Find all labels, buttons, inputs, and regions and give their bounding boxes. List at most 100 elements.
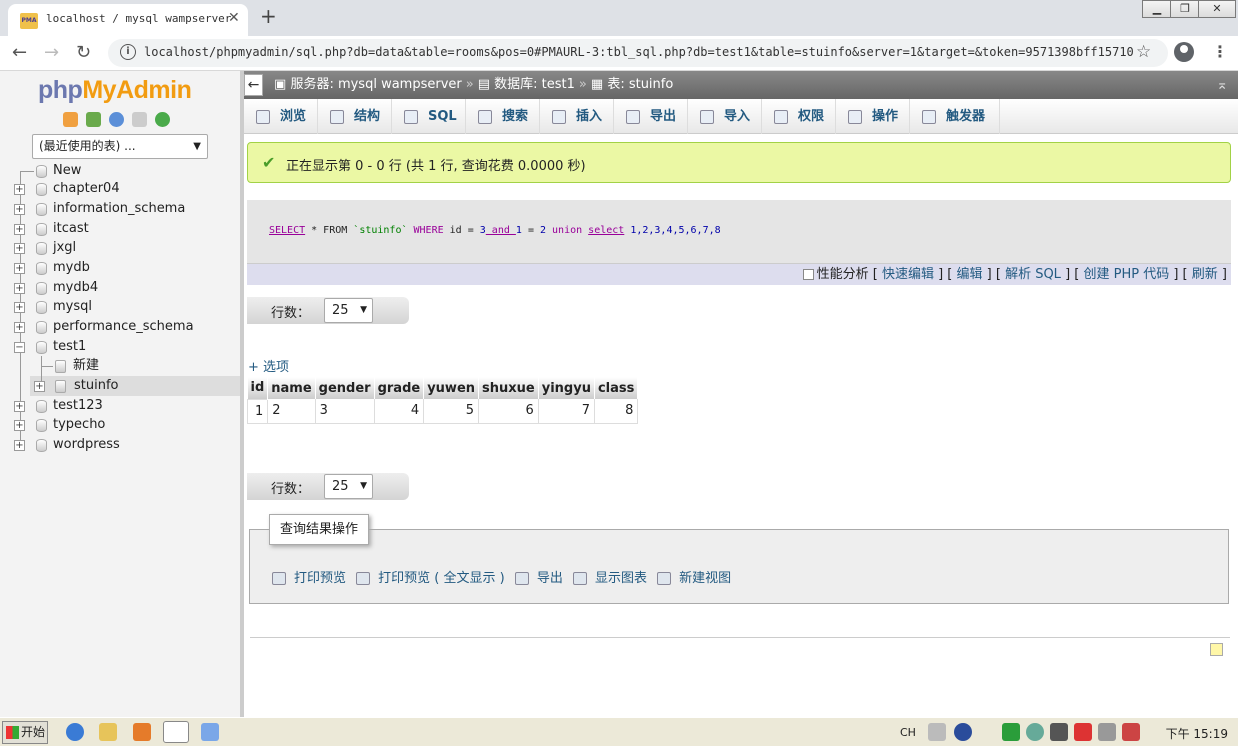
wamp-icon[interactable] bbox=[1002, 723, 1020, 741]
tab-triggers[interactable]: 触发器 bbox=[910, 99, 1000, 134]
create-php-link[interactable]: 创建 PHP 代码 bbox=[1083, 267, 1169, 282]
tree-item-db[interactable]: + jxgl bbox=[0, 238, 240, 258]
column-header[interactable]: yuwen bbox=[423, 377, 480, 399]
forward-icon[interactable]: → bbox=[44, 42, 59, 63]
keyboard-icon[interactable] bbox=[928, 723, 946, 741]
quick-edit-link[interactable]: 快速编辑 bbox=[882, 267, 934, 282]
help-icon[interactable] bbox=[109, 112, 124, 127]
start-button[interactable]: 开始 bbox=[2, 721, 48, 744]
media-player-icon[interactable] bbox=[133, 723, 151, 741]
tab-sql[interactable]: SQL bbox=[392, 99, 466, 134]
tree-item-db[interactable]: + typecho bbox=[0, 415, 240, 435]
export-link[interactable]: 导出 bbox=[514, 571, 563, 586]
tree-item-db[interactable]: + information_schema bbox=[0, 199, 240, 219]
address-bar[interactable]: i localhost/phpmyadmin/sql.php?db=data&t… bbox=[108, 39, 1168, 67]
reload-icon[interactable]: ↻ bbox=[76, 42, 91, 63]
table-cell[interactable]: 4 bbox=[374, 399, 425, 424]
column-header[interactable]: id bbox=[247, 377, 269, 399]
expand-icon[interactable]: + bbox=[14, 204, 25, 215]
table-cell[interactable]: 6 bbox=[478, 399, 539, 424]
logout-icon[interactable] bbox=[86, 112, 101, 127]
expand-icon[interactable]: + bbox=[14, 283, 25, 294]
tree-item-db[interactable]: + chapter04 bbox=[0, 179, 240, 199]
column-header[interactable]: name bbox=[267, 377, 316, 399]
input-language[interactable]: CH bbox=[900, 726, 916, 739]
home-icon[interactable] bbox=[63, 112, 78, 127]
tree-item-db[interactable]: + mydb bbox=[0, 258, 240, 278]
create-view-link[interactable]: 新建视图 bbox=[657, 571, 731, 586]
breadcrumb-database[interactable]: 数据库: test1 bbox=[494, 77, 575, 92]
clock[interactable]: 下午 15:19 bbox=[1166, 725, 1228, 742]
tab-privileges[interactable]: 权限 bbox=[762, 99, 836, 134]
breadcrumb-server[interactable]: 服务器: mysql wampserver bbox=[290, 77, 461, 92]
expand-icon[interactable]: + bbox=[14, 401, 25, 412]
tab-export[interactable]: 导出 bbox=[614, 99, 688, 134]
table-cell[interactable]: 5 bbox=[423, 399, 480, 424]
ie-icon[interactable] bbox=[66, 723, 84, 741]
table-cell[interactable]: 2 bbox=[267, 399, 316, 424]
back-icon[interactable]: ← bbox=[12, 42, 27, 63]
reload-nav-icon[interactable] bbox=[155, 112, 170, 127]
vm-icon[interactable] bbox=[1050, 723, 1068, 741]
tree-item-new-table[interactable]: 新建 bbox=[20, 356, 240, 376]
table-cell[interactable]: 7 bbox=[538, 399, 595, 424]
tree-item-db[interactable]: + test123 bbox=[0, 396, 240, 416]
info-icon[interactable]: i bbox=[120, 44, 136, 60]
close-tab-icon[interactable]: ✕ bbox=[228, 10, 240, 26]
expand-icon[interactable]: + bbox=[34, 381, 45, 392]
print-preview-full-link[interactable]: 打印预览 ( 全文显示 ) bbox=[356, 571, 505, 586]
expand-icon[interactable]: + bbox=[14, 243, 25, 254]
breadcrumb-table[interactable]: 表: stuinfo bbox=[607, 77, 673, 92]
expand-icon[interactable]: + bbox=[14, 440, 25, 451]
edit-link[interactable]: 编辑 bbox=[957, 267, 983, 282]
display-chart-link[interactable]: 显示图表 bbox=[573, 571, 647, 586]
tab-search[interactable]: 搜索 bbox=[466, 99, 540, 134]
tray-icon[interactable] bbox=[1026, 723, 1044, 741]
print-preview-link[interactable]: 打印预览 bbox=[272, 571, 346, 586]
collapse-icon[interactable]: − bbox=[14, 342, 25, 353]
help-tray-icon[interactable] bbox=[954, 723, 972, 741]
column-header[interactable]: grade bbox=[374, 377, 425, 399]
tree-item-db[interactable]: + mysql bbox=[0, 297, 240, 317]
chrome-taskbar-button[interactable] bbox=[163, 721, 189, 743]
menu-kebab-icon[interactable]: ⋮ bbox=[1212, 42, 1228, 61]
recent-tables-select[interactable]: (最近使用的表) ... ▼ bbox=[32, 134, 208, 159]
tab-structure[interactable]: 结构 bbox=[318, 99, 392, 134]
column-header[interactable]: shuxue bbox=[478, 377, 539, 399]
expand-icon[interactable]: + bbox=[14, 322, 25, 333]
phpmyadmin-logo[interactable]: phpMyAdmin bbox=[38, 76, 192, 105]
tree-item-db[interactable]: + itcast bbox=[0, 219, 240, 239]
tray-icon[interactable] bbox=[1098, 723, 1116, 741]
tab-insert[interactable]: 插入 bbox=[540, 99, 614, 134]
rows-select[interactable]: 25 ▼ bbox=[324, 298, 373, 323]
explain-sql-link[interactable]: 解析 SQL bbox=[1005, 267, 1061, 282]
table-cell[interactable]: 3 bbox=[315, 399, 375, 424]
expand-icon[interactable]: + bbox=[14, 420, 25, 431]
column-header[interactable]: yingyu bbox=[538, 377, 595, 399]
bookmark-star-icon[interactable]: ☆ bbox=[1136, 42, 1151, 62]
url-text[interactable]: localhost/phpmyadmin/sql.php?db=data&tab… bbox=[144, 45, 1134, 59]
new-tab-icon[interactable]: + bbox=[260, 4, 277, 28]
nav-toggle-arrow-icon[interactable]: ← bbox=[244, 74, 263, 96]
table-cell[interactable]: 1 bbox=[246, 398, 269, 424]
close-window-icon[interactable]: ✕ bbox=[1198, 0, 1236, 18]
options-toggle-link[interactable]: + 选项 bbox=[248, 356, 289, 375]
minimize-icon[interactable]: ▁ bbox=[1142, 0, 1172, 18]
restore-icon[interactable]: ❐ bbox=[1170, 0, 1200, 18]
browser-tab[interactable]: PMA localhost / mysql wampserver ✕ bbox=[8, 4, 248, 36]
network-icon[interactable] bbox=[1074, 723, 1092, 741]
app-icon[interactable] bbox=[201, 723, 219, 741]
docs-icon[interactable] bbox=[132, 112, 147, 127]
column-header[interactable]: class bbox=[594, 377, 639, 399]
rows-select[interactable]: 25 ▼ bbox=[324, 474, 373, 499]
tab-browse[interactable]: 浏览 bbox=[244, 99, 318, 134]
console-toggle-icon[interactable] bbox=[1210, 643, 1223, 656]
volume-icon[interactable] bbox=[1122, 723, 1140, 741]
tree-item-db[interactable]: + wordpress bbox=[0, 435, 240, 455]
tree-item-db-expanded[interactable]: − test1 bbox=[0, 337, 240, 357]
tree-item-table-stuinfo[interactable]: + stuinfo bbox=[20, 376, 240, 396]
expand-icon[interactable]: + bbox=[14, 302, 25, 313]
column-header[interactable]: gender bbox=[315, 377, 375, 399]
collapse-topbar-icon[interactable]: ⌅ bbox=[1216, 71, 1228, 99]
folder-icon[interactable] bbox=[99, 723, 117, 741]
